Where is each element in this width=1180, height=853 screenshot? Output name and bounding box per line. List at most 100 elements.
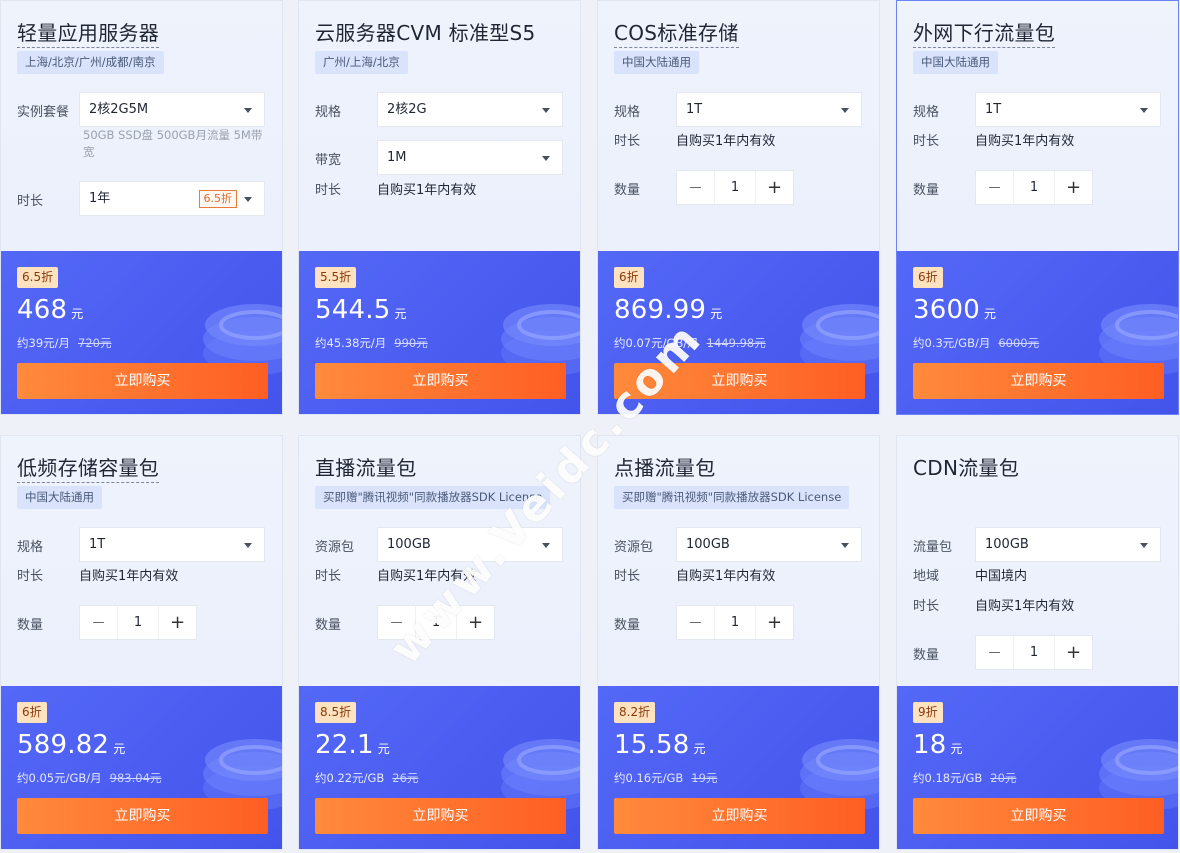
select-value: 2核2G5M [89, 102, 149, 117]
price-unit: 元 [983, 307, 997, 321]
buy-button[interactable]: 立即购买 [913, 363, 1164, 399]
card-title: 云服务器CVM 标准型S5 [315, 21, 536, 45]
field-label: 数量 [614, 183, 641, 198]
option-select[interactable]: 2核2G [377, 92, 563, 127]
price-value: 22.1 [315, 730, 374, 760]
price-unit: 元 [394, 307, 407, 321]
quantity-stepper: —1 + [975, 635, 1093, 670]
buy-button[interactable]: 立即购买 [17, 798, 268, 834]
per-unit-price: 约0.3元/GB/月 [913, 336, 991, 350]
field-value: 自购买1年内有效 [377, 183, 477, 198]
field-value: 自购买1年内有效 [975, 134, 1075, 149]
price-detail: 约39元/月 720元 [17, 335, 111, 351]
discount-badge: 9折 [913, 702, 943, 723]
field-value: 自购买1年内有效 [676, 134, 776, 149]
original-price: 990元 [394, 336, 428, 350]
option-select[interactable]: 1年 6.5折 [79, 181, 265, 216]
field-label: 时长 [315, 569, 342, 584]
option-select[interactable]: 1T [676, 92, 862, 127]
price-value: 544.5 [315, 295, 391, 325]
chevron-down-icon [244, 197, 252, 202]
per-unit-price: 约0.05元/GB/月 [17, 771, 102, 785]
price-detail: 约45.38元/月 990元 [315, 335, 428, 351]
quantity-value[interactable]: 1 [1014, 636, 1054, 669]
buy-button[interactable]: 立即购买 [315, 798, 566, 834]
price-value: 18 [913, 730, 947, 760]
minus-button[interactable]: — [976, 636, 1014, 669]
minus-button[interactable]: — [378, 606, 416, 639]
chevron-down-icon [1140, 108, 1148, 113]
buy-button[interactable]: 立即购买 [315, 363, 566, 399]
price: 544.5 元 [315, 295, 407, 325]
per-unit-price: 约39元/月 [17, 336, 71, 350]
price-panel: 6折 869.99 元约0.07元/GB/月 1449.98元 立即购买 [598, 251, 879, 414]
field-label: 时长 [913, 599, 940, 614]
option-select[interactable]: 100GB [676, 527, 862, 562]
field-label: 时长 [913, 134, 940, 149]
chevron-down-icon [244, 543, 252, 548]
quantity-value[interactable]: 1 [715, 606, 755, 639]
plus-button[interactable]: + [755, 171, 793, 204]
card-title: COS标准存储 [614, 17, 739, 48]
field-label: 时长 [17, 569, 44, 584]
plus-button[interactable]: + [1054, 636, 1092, 669]
chevron-down-icon [841, 543, 849, 548]
option-select[interactable]: 2核2G5M [79, 92, 265, 127]
select-value: 1T [686, 102, 703, 117]
minus-button[interactable]: — [80, 606, 118, 639]
plus-button[interactable]: + [158, 606, 196, 639]
option-select[interactable]: 100GB [975, 527, 1161, 562]
quantity-value[interactable]: 1 [118, 606, 158, 639]
option-select[interactable]: 1M [377, 140, 563, 175]
product-grid: 轻量应用服务器 上海/北京/广州/成都/南京 实例套餐 2核2G5M 50GB SSD盘… [0, 0, 1180, 853]
select-value: 1T [985, 102, 1002, 117]
price-value: 468 [17, 295, 68, 325]
minus-button[interactable]: — [677, 606, 715, 639]
card-title: 点播流量包 [614, 456, 716, 480]
plus-button[interactable]: + [1054, 171, 1092, 204]
minus-button[interactable]: — [677, 171, 715, 204]
buy-button[interactable]: 立即购买 [17, 363, 268, 399]
field-label: 规格 [315, 105, 342, 120]
per-unit-price: 约45.38元/月 [315, 336, 387, 350]
buy-button[interactable]: 立即购买 [614, 798, 865, 834]
field-value: 自购买1年内有效 [79, 569, 179, 584]
quantity-value[interactable]: 1 [1014, 171, 1054, 204]
card-title: 低频存储容量包 [17, 452, 160, 483]
product-card: 直播流量包 买即赠"腾讯视频"同款播放器SDK License 资源包 100GB 时长… [298, 435, 581, 850]
field-value: 自购买1年内有效 [975, 599, 1075, 614]
price: 15.58 元 [614, 730, 706, 760]
quantity-value[interactable]: 1 [416, 606, 456, 639]
discount-badge: 8.5折 [315, 702, 357, 723]
card-title: 外网下行流量包 [913, 17, 1056, 48]
original-price: 720元 [78, 336, 112, 350]
price-unit: 元 [377, 742, 390, 756]
option-select[interactable]: 1T [79, 527, 265, 562]
select-value: 100GB [387, 537, 431, 552]
price-value: 589.82 [17, 730, 110, 760]
option-select[interactable]: 1T [975, 92, 1161, 127]
option-select[interactable]: 100GB [377, 527, 563, 562]
price-unit: 元 [950, 742, 963, 756]
minus-button[interactable]: — [976, 171, 1014, 204]
buy-button[interactable]: 立即购买 [913, 798, 1164, 834]
spec-note: 50GB SSD盘 500GB月流量 5M带宽 [83, 128, 263, 159]
price: 22.1 元 [315, 730, 390, 760]
price-panel: 8.5折 22.1 元约0.22元/GB 26元 立即购买 [299, 686, 580, 849]
plus-button[interactable]: + [755, 606, 793, 639]
buy-button[interactable]: 立即购买 [614, 363, 865, 399]
price-unit: 元 [710, 307, 723, 321]
plus-button[interactable]: + [456, 606, 494, 639]
quantity-stepper: —1 + [676, 170, 794, 205]
price-panel: 8.2折 15.58 元约0.16元/GB 19元 立即购买 [598, 686, 879, 849]
field-label: 规格 [17, 540, 44, 555]
field-label: 数量 [315, 618, 342, 633]
select-value: 100GB [985, 537, 1029, 552]
select-value: 2核2G [387, 102, 427, 117]
price-detail: 约0.16元/GB 19元 [614, 770, 717, 786]
field-label: 时长 [17, 194, 44, 209]
price-unit: 元 [693, 742, 706, 756]
card-title: 直播流量包 [315, 456, 417, 480]
quantity-value[interactable]: 1 [715, 171, 755, 204]
chevron-down-icon [542, 543, 550, 548]
